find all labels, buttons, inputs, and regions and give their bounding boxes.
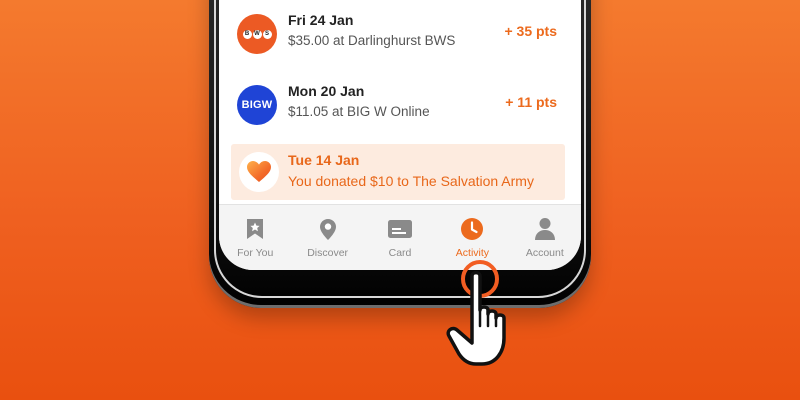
nav-label: Discover: [307, 247, 349, 259]
nav-item-card[interactable]: Card: [364, 205, 436, 270]
phone-screen: B W S Fri 24 Jan $35.00 at Darlinghurst …: [219, 0, 581, 270]
nav-label: Card: [388, 247, 412, 259]
activity-date: Mon 20 Jan: [288, 83, 365, 99]
donation-item[interactable]: Tue 14 Jan You donated $10 to The Salvat…: [231, 144, 565, 200]
bigw-logo: BIGW: [237, 85, 277, 125]
clock-icon: [460, 217, 484, 241]
nav-label: For You: [237, 247, 274, 259]
activity-points: + 35 pts: [504, 23, 557, 39]
bookmark-star-icon: [246, 217, 264, 241]
nav-item-account[interactable]: Account: [509, 205, 581, 270]
activity-detail: $11.05 at BIG W Online: [288, 104, 430, 119]
activity-item-text: Mon 20 Jan $11.05 at BIG W Online: [288, 82, 430, 122]
activity-item-bws[interactable]: B W S Fri 24 Jan $35.00 at Darlinghurst …: [219, 1, 581, 67]
nav-label: Activity: [455, 247, 490, 259]
bws-logo-letter: B: [242, 29, 252, 39]
nav-item-for-you[interactable]: For You: [219, 205, 291, 270]
nav-item-discover[interactable]: Discover: [291, 205, 363, 270]
bws-logo-letter: W: [252, 29, 262, 39]
bws-logo: B W S: [237, 14, 277, 54]
activity-item-bigw[interactable]: BIGW Mon 20 Jan $11.05 at BIG W Online +…: [219, 72, 581, 138]
bws-logo-letter: S: [262, 29, 272, 39]
activity-points: + 11 pts: [505, 94, 557, 110]
activity-date: Fri 24 Jan: [288, 12, 354, 28]
person-icon: [534, 217, 556, 241]
activity-item-text: Fri 24 Jan $35.00 at Darlinghurst BWS: [288, 11, 455, 51]
donation-text: Tue 14 Jan You donated $10 to The Salvat…: [288, 151, 534, 191]
nav-label: Account: [525, 247, 564, 259]
heart-icon: [239, 152, 279, 192]
pointing-hand-icon: [446, 270, 528, 375]
bottom-nav: For You Discover Card Activity Account: [219, 204, 581, 270]
activity-detail: $35.00 at Darlinghurst BWS: [288, 33, 456, 48]
location-pin-icon: [319, 217, 337, 241]
card-icon: [387, 217, 413, 241]
donation-detail: You donated $10 to The Salvation Army: [288, 173, 534, 189]
donation-date: Tue 14 Jan: [288, 152, 360, 168]
